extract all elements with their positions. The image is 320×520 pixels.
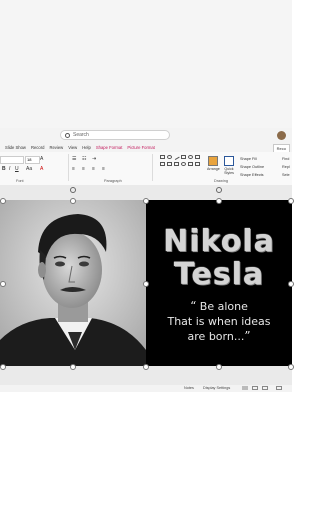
bold-icon[interactable]: B: [2, 166, 6, 172]
justify-icon[interactable]: ≡: [102, 166, 105, 172]
oval-shape-icon[interactable]: [167, 155, 172, 159]
shape-options: Shape Fill Shape Outline Shape Effects: [240, 155, 264, 179]
textbox-shape-icon[interactable]: [181, 155, 186, 159]
tab-picture-format[interactable]: Picture Format: [127, 145, 154, 150]
shape-outline-button[interactable]: Shape Outline: [240, 163, 264, 171]
circle-shape-icon[interactable]: [188, 155, 193, 159]
quote-line-3: are born...”: [146, 329, 292, 344]
resize-handle[interactable]: [70, 198, 76, 204]
rectangle-shape-icon[interactable]: [160, 155, 165, 159]
status-bar: Notes Display Settings: [0, 385, 292, 392]
search-placeholder: Search: [73, 132, 89, 138]
italic-icon[interactable]: I: [9, 166, 10, 172]
font-name-field[interactable]: [0, 156, 24, 164]
quote-line-1: “ Be alone: [146, 299, 292, 314]
shapes-gallery[interactable]: [160, 154, 202, 177]
shape-fill-button[interactable]: Shape Fill: [240, 155, 264, 163]
resize-handle[interactable]: [143, 281, 149, 287]
resize-handle[interactable]: [216, 364, 222, 370]
numbering-icon[interactable]: ☷: [82, 156, 86, 162]
normal-view-icon[interactable]: [242, 386, 248, 390]
align-right-icon[interactable]: ≡: [92, 166, 95, 172]
blank-top-area: [0, 0, 292, 128]
line-shape-icon[interactable]: [173, 154, 180, 160]
resize-handle[interactable]: [143, 198, 149, 204]
open-quote-mark: “: [190, 299, 197, 313]
slide-sorter-icon[interactable]: [252, 386, 258, 390]
blank-bottom-area: [0, 392, 292, 520]
name-line-1: Nikola: [163, 224, 275, 259]
name-line-2: Tesla: [173, 257, 265, 292]
arrow-shape-icon[interactable]: [174, 162, 179, 166]
portrait-illustration: [0, 200, 146, 366]
underline-icon[interactable]: U: [15, 166, 19, 172]
quick-styles-label: Quick Styles: [224, 167, 234, 175]
callout-shape-icon[interactable]: [195, 162, 200, 166]
quote-line-2: That is when ideas: [167, 315, 271, 328]
drawing-group-label: Drawing: [214, 179, 228, 183]
star-shape-icon[interactable]: [181, 162, 186, 166]
resize-handle[interactable]: [70, 364, 76, 370]
reading-view-icon[interactable]: [262, 386, 268, 390]
resize-handle[interactable]: [288, 281, 294, 287]
separator: [68, 154, 69, 181]
resize-handle[interactable]: [216, 198, 222, 204]
rounded-rect-shape-icon[interactable]: [160, 162, 165, 166]
quote-line-1-text: Be alone: [199, 300, 248, 313]
triangle-shape-icon[interactable]: [167, 162, 172, 166]
align-center-icon[interactable]: ≡: [82, 166, 85, 172]
display-settings-button[interactable]: Display Settings: [203, 386, 230, 390]
font-color-icon[interactable]: A: [40, 166, 43, 172]
resize-handle[interactable]: [0, 198, 6, 204]
resize-handle[interactable]: [288, 364, 294, 370]
tab-record[interactable]: Record: [31, 145, 45, 150]
find-button[interactable]: Find: [282, 155, 290, 163]
ribbon: 18 A B I U Aa A Font ☰ ☷ ⇥ ≡ ≡ ≡ ≡ Parag…: [0, 152, 292, 186]
arrange-button[interactable]: Arrange: [207, 156, 220, 176]
rotate-handle-icon[interactable]: [70, 187, 76, 193]
shape-effects-button[interactable]: Shape Effects: [240, 171, 264, 179]
font-case-icon[interactable]: Aa: [26, 166, 32, 172]
portrait-image[interactable]: [0, 200, 146, 366]
arrange-label: Arrange: [207, 167, 220, 171]
resize-handle[interactable]: [0, 364, 6, 370]
select-button[interactable]: Sele: [282, 171, 290, 179]
grow-font-icon[interactable]: A: [40, 156, 43, 162]
avatar[interactable]: [277, 131, 286, 140]
slideshow-icon[interactable]: [276, 386, 282, 390]
tab-shape-format[interactable]: Shape Format: [96, 145, 123, 150]
tab-slide-show[interactable]: Slide Show: [5, 145, 26, 150]
align-left-icon[interactable]: ≡: [72, 166, 75, 172]
quote-line-3-text: are born...: [187, 330, 245, 343]
font-group-label: Font: [16, 179, 24, 183]
tab-review[interactable]: Review: [49, 145, 63, 150]
resize-handle[interactable]: [143, 364, 149, 370]
close-quote-mark: ”: [244, 329, 251, 343]
editing-options: Find Repl Sele: [282, 155, 290, 179]
tab-help[interactable]: Help: [82, 145, 91, 150]
square-shape-icon[interactable]: [195, 155, 200, 159]
arrange-icon: [208, 156, 218, 166]
bullets-icon[interactable]: ☰: [72, 156, 76, 162]
tab-view[interactable]: View: [68, 145, 77, 150]
search-box[interactable]: Search: [60, 130, 170, 140]
indent-icon[interactable]: ⇥: [92, 156, 96, 162]
resize-handle[interactable]: [0, 281, 6, 287]
resize-handle[interactable]: [288, 198, 294, 204]
font-size-field[interactable]: 18: [25, 156, 40, 164]
search-icon: [65, 132, 70, 138]
brace-shape-icon[interactable]: [188, 162, 193, 166]
separator: [152, 154, 153, 181]
rotate-handle-icon[interactable]: [216, 187, 222, 193]
replace-button[interactable]: Repl: [282, 163, 290, 171]
notes-button[interactable]: Notes: [184, 386, 194, 390]
quick-styles-button[interactable]: Quick Styles: [222, 156, 236, 176]
paragraph-group-label: Paragraph: [104, 179, 122, 183]
ribbon-tabs: Slide Show Record Review View Help Shape…: [0, 143, 292, 152]
quick-styles-icon: [224, 156, 234, 166]
